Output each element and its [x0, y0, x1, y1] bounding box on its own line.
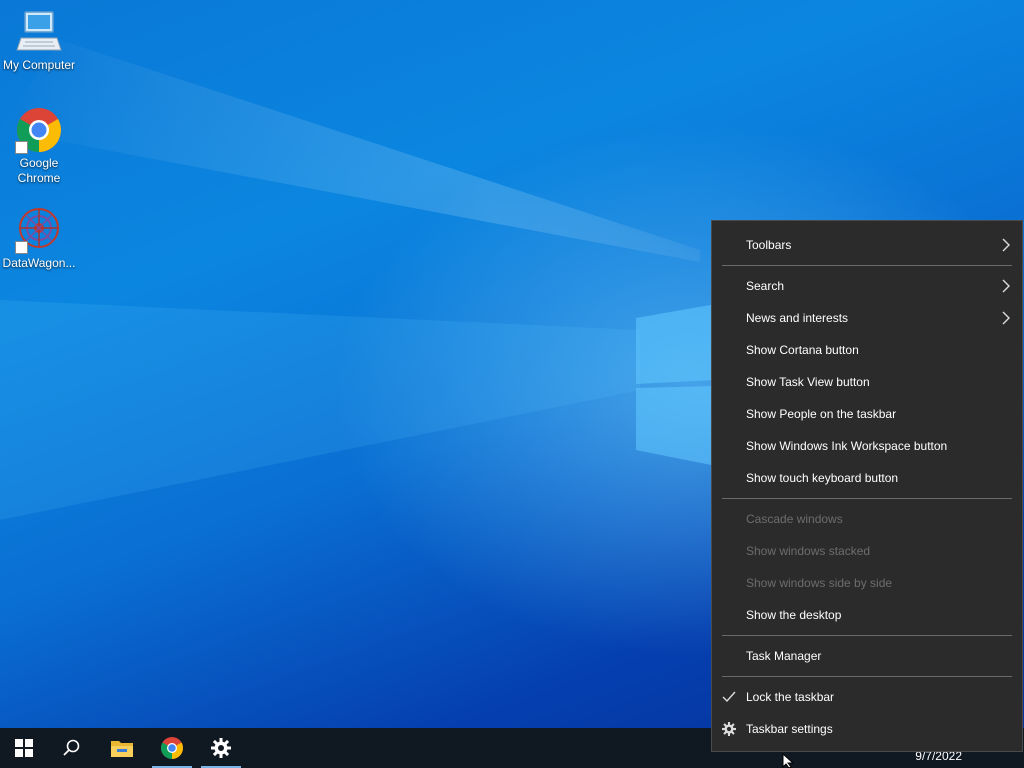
windows-start-icon: [15, 739, 33, 757]
menu-item-search[interactable]: Search: [712, 271, 1022, 301]
desktop-icon-datawagon[interactable]: DataWagon...: [1, 206, 77, 271]
chevron-right-icon: [1002, 311, 1010, 325]
menu-item-label: Show People on the taskbar: [746, 407, 897, 421]
start-button[interactable]: [0, 728, 48, 768]
search-button[interactable]: [48, 728, 96, 768]
chrome-icon: [15, 106, 63, 154]
chrome-icon: [161, 737, 183, 759]
menu-separator: [722, 498, 1012, 499]
menu-item-label: Lock the taskbar: [746, 690, 835, 704]
search-icon: [63, 739, 80, 756]
menu-separator: [722, 635, 1012, 636]
computer-icon: [15, 8, 63, 56]
menu-item-label: Show Cortana button: [746, 343, 859, 357]
menu-item-label: News and interests: [746, 311, 849, 325]
chevron-right-icon: [1002, 279, 1010, 293]
menu-item-label: Show windows stacked: [746, 544, 871, 558]
menu-item-label: Show windows side by side: [746, 576, 893, 590]
checkmark-icon: [722, 691, 736, 703]
shortcut-arrow-icon: [15, 141, 28, 154]
desktop-icon-label: Google Chrome: [17, 156, 61, 185]
chrome-taskbar-button[interactable]: [148, 728, 196, 768]
menu-item-label: Show Windows Ink Workspace button: [746, 439, 948, 453]
file-explorer-button[interactable]: [98, 728, 146, 768]
menu-item-label: Show Task View button: [746, 375, 870, 389]
desktop-icon-google-chrome[interactable]: Google Chrome: [1, 106, 77, 186]
menu-item-label: Taskbar settings: [746, 722, 833, 736]
menu-item-taskbar-settings[interactable]: Taskbar settings: [712, 714, 1022, 744]
menu-separator: [722, 265, 1012, 266]
menu-item-label: Show the desktop: [746, 608, 842, 622]
mouse-cursor-icon: [782, 754, 795, 768]
shortcut-arrow-icon: [15, 241, 28, 254]
menu-item-show-task-view-button[interactable]: Show Task View button: [712, 367, 1022, 397]
menu-item-show-the-desktop[interactable]: Show the desktop: [712, 600, 1022, 630]
menu-item-label: Task Manager: [746, 649, 822, 663]
menu-item-toolbars[interactable]: Toolbars: [712, 230, 1022, 260]
menu-item-label: Toolbars: [746, 238, 792, 252]
menu-separator: [722, 676, 1012, 677]
menu-item-label: Search: [746, 279, 785, 293]
menu-item-show-people[interactable]: Show People on the taskbar: [712, 399, 1022, 429]
menu-item-task-manager[interactable]: Task Manager: [712, 641, 1022, 671]
taskbar-context-menu[interactable]: Toolbars Search News and interests Show …: [711, 220, 1023, 752]
menu-item-show-cortana-button[interactable]: Show Cortana button: [712, 335, 1022, 365]
menu-item-lock-the-taskbar[interactable]: Lock the taskbar: [712, 682, 1022, 712]
desktop-icon-my-computer[interactable]: My Computer: [1, 8, 77, 73]
menu-item-news-and-interests[interactable]: News and interests: [712, 303, 1022, 333]
menu-item-cascade-windows: Cascade windows: [712, 504, 1022, 534]
menu-item-show-windows-stacked: Show windows stacked: [712, 536, 1022, 566]
desktop-icon-label: DataWagon...: [2, 256, 76, 270]
gear-icon: [722, 722, 736, 736]
settings-gear-icon: [211, 738, 231, 758]
menu-item-show-ink-workspace[interactable]: Show Windows Ink Workspace button: [712, 431, 1022, 461]
file-explorer-icon: [111, 741, 133, 757]
menu-item-label: Show touch keyboard button: [746, 471, 899, 485]
chevron-right-icon: [1002, 238, 1010, 252]
desktop-icon-label: My Computer: [2, 58, 76, 72]
menu-item-show-windows-side-by-side: Show windows side by side: [712, 568, 1022, 598]
menu-item-show-touch-keyboard[interactable]: Show touch keyboard button: [712, 463, 1022, 493]
datawagon-icon: [15, 206, 63, 254]
settings-taskbar-button[interactable]: [197, 728, 245, 768]
menu-item-label: Cascade windows: [746, 512, 843, 526]
